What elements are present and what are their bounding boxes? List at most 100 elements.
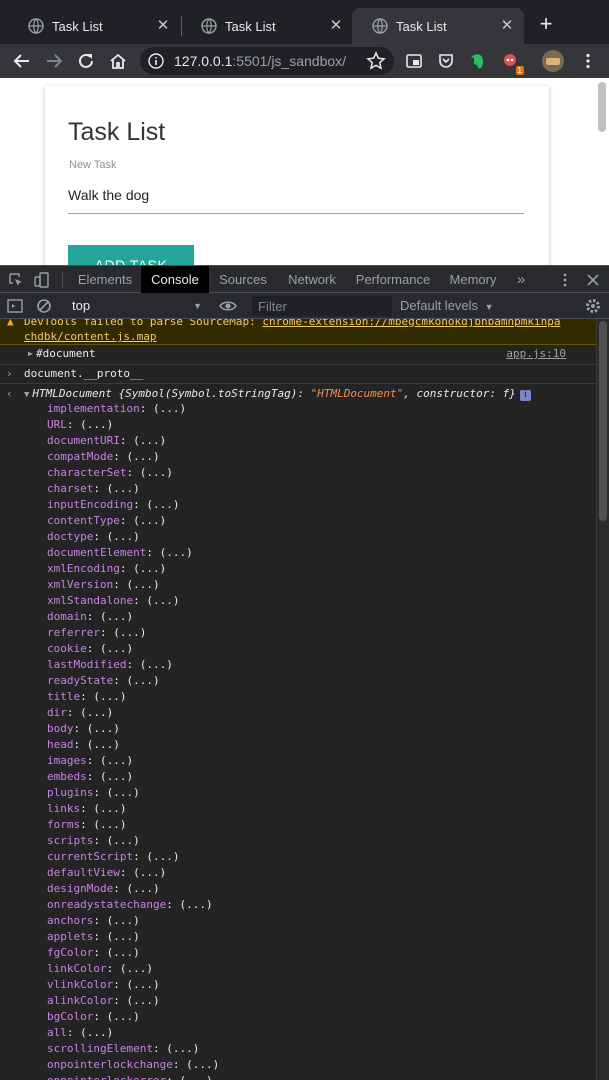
tab-sources[interactable]: Sources xyxy=(211,266,275,293)
property-value[interactable]: (...) xyxy=(80,418,113,431)
property-value[interactable]: (...) xyxy=(146,498,179,511)
object-property-row[interactable]: alinkColor: (...) xyxy=(47,993,219,1009)
tab-performance[interactable]: Performance xyxy=(350,266,436,293)
object-property-row[interactable]: currentScript: (...) xyxy=(47,849,219,865)
property-value[interactable]: (...) xyxy=(133,514,166,527)
tab-console[interactable]: Console xyxy=(141,266,209,293)
object-property-row[interactable]: domain: (...) xyxy=(47,609,219,625)
more-tabs-button[interactable]: » xyxy=(508,266,534,293)
object-property-row[interactable]: embeds: (...) xyxy=(47,769,219,785)
object-property-row[interactable]: onpointerlockchange: (...) xyxy=(47,1057,219,1073)
expand-triangle-icon[interactable]: ▶ xyxy=(28,345,33,363)
collapse-triangle-icon[interactable]: ▼ xyxy=(24,390,29,400)
console-scrollbar-thumb[interactable] xyxy=(599,321,607,521)
object-property-row[interactable]: implementation: (...) xyxy=(47,401,219,417)
close-tab-icon[interactable]: ✕ xyxy=(498,17,516,35)
property-value[interactable]: (...) xyxy=(120,962,153,975)
object-property-row[interactable]: fgColor: (...) xyxy=(47,945,219,961)
object-property-row[interactable]: designMode: (...) xyxy=(47,881,219,897)
object-property-row[interactable]: xmlEncoding: (...) xyxy=(47,561,219,577)
property-value[interactable]: (...) xyxy=(93,818,126,831)
property-value[interactable]: (...) xyxy=(160,546,193,559)
property-value[interactable]: (...) xyxy=(113,626,146,639)
property-value[interactable]: (...) xyxy=(80,1026,113,1039)
object-property-row[interactable]: onreadystatechange: (...) xyxy=(47,897,219,913)
browser-tab[interactable]: Task List ✕ xyxy=(8,8,180,44)
page-scrollbar[interactable] xyxy=(598,82,606,132)
log-levels-dropdown[interactable]: Default levels ▼ xyxy=(400,296,494,316)
object-property-row[interactable]: scripts: (...) xyxy=(47,833,219,849)
property-value[interactable]: (...) xyxy=(133,562,166,575)
property-value[interactable]: (...) xyxy=(100,642,133,655)
inspect-element-icon[interactable] xyxy=(7,271,25,289)
home-button[interactable] xyxy=(106,49,130,73)
clear-console-icon[interactable] xyxy=(35,297,53,315)
object-property-row[interactable]: plugins: (...) xyxy=(47,785,219,801)
tab-memory[interactable]: Memory xyxy=(440,266,506,293)
object-property-row[interactable]: dir: (...) xyxy=(47,705,219,721)
property-value[interactable]: (...) xyxy=(126,450,159,463)
new-tab-button[interactable]: + xyxy=(534,13,558,37)
tab-network[interactable]: Network xyxy=(278,266,346,293)
object-property-row[interactable]: onpointerlockerror: (...) xyxy=(47,1073,219,1080)
property-value[interactable]: (...) xyxy=(179,1074,212,1080)
device-toolbar-icon[interactable] xyxy=(33,271,51,289)
close-tab-icon[interactable]: ✕ xyxy=(327,17,345,35)
property-value[interactable]: (...) xyxy=(93,690,126,703)
extension-with-badge[interactable]: 1 xyxy=(498,49,524,75)
property-value[interactable]: (...) xyxy=(133,866,166,879)
property-value[interactable]: (...) xyxy=(100,754,133,767)
object-property-row[interactable]: applets: (...) xyxy=(47,929,219,945)
info-icon[interactable]: i xyxy=(519,390,531,401)
property-value[interactable]: (...) xyxy=(126,994,159,1007)
property-value[interactable]: (...) xyxy=(107,946,140,959)
url-text[interactable]: 127.0.0.1:5501/js_sandbox/ xyxy=(174,53,346,69)
property-value[interactable]: (...) xyxy=(146,594,179,607)
property-value[interactable]: (...) xyxy=(126,578,159,591)
browser-menu-button[interactable] xyxy=(576,49,600,73)
object-property-row[interactable]: documentElement: (...) xyxy=(47,545,219,561)
property-value[interactable]: (...) xyxy=(107,530,140,543)
object-property-row[interactable]: links: (...) xyxy=(47,801,219,817)
sourcemap-link-continued[interactable]: chdbk/content.js.map xyxy=(24,330,156,343)
property-value[interactable]: (...) xyxy=(107,834,140,847)
object-property-row[interactable]: cookie: (...) xyxy=(47,641,219,657)
object-property-row[interactable]: defaultView: (...) xyxy=(47,865,219,881)
object-property-row[interactable]: scrollingElement: (...) xyxy=(47,1041,219,1057)
object-property-row[interactable]: xmlVersion: (...) xyxy=(47,577,219,593)
sidebar-toggle-icon[interactable] xyxy=(6,297,24,315)
object-property-row[interactable]: documentURI: (...) xyxy=(47,433,219,449)
property-value[interactable]: (...) xyxy=(126,674,159,687)
pocket-button[interactable] xyxy=(434,49,458,73)
add-task-button[interactable]: ADD TASK xyxy=(68,245,194,265)
property-value[interactable]: (...) xyxy=(87,738,120,751)
object-property-row[interactable]: URL: (...) xyxy=(47,417,219,433)
property-value[interactable]: (...) xyxy=(140,658,173,671)
address-bar[interactable]: 127.0.0.1:5501/js_sandbox/ xyxy=(140,47,394,75)
property-value[interactable]: (...) xyxy=(186,1058,219,1071)
object-property-row[interactable]: charset: (...) xyxy=(47,481,219,497)
object-property-row[interactable]: xmlStandalone: (...) xyxy=(47,593,219,609)
object-property-row[interactable]: lastModified: (...) xyxy=(47,657,219,673)
property-value[interactable]: (...) xyxy=(126,882,159,895)
object-property-row[interactable]: all: (...) xyxy=(47,1025,219,1041)
object-property-row[interactable]: body: (...) xyxy=(47,721,219,737)
browser-tab[interactable]: Task List ✕ xyxy=(181,8,353,44)
profile-avatar[interactable] xyxy=(541,49,565,73)
object-property-row[interactable]: bgColor: (...) xyxy=(47,1009,219,1025)
property-value[interactable]: (...) xyxy=(107,482,140,495)
object-property-row[interactable]: anchors: (...) xyxy=(47,913,219,929)
sourcemap-link[interactable]: chrome-extension://mbegcmkonokdjbnbamnpm… xyxy=(262,319,560,328)
property-value[interactable]: (...) xyxy=(107,786,140,799)
log-source-link[interactable]: app.js:10 xyxy=(506,345,566,363)
property-value[interactable]: (...) xyxy=(153,402,186,415)
eye-icon[interactable] xyxy=(219,297,237,315)
new-task-input[interactable] xyxy=(68,176,524,214)
object-property-row[interactable]: images: (...) xyxy=(47,753,219,769)
property-value[interactable]: (...) xyxy=(126,978,159,991)
more-vertical-icon[interactable] xyxy=(556,271,574,289)
property-value[interactable]: (...) xyxy=(93,802,126,815)
property-value[interactable]: (...) xyxy=(100,770,133,783)
back-button[interactable] xyxy=(10,49,34,73)
reload-button[interactable] xyxy=(74,49,98,73)
